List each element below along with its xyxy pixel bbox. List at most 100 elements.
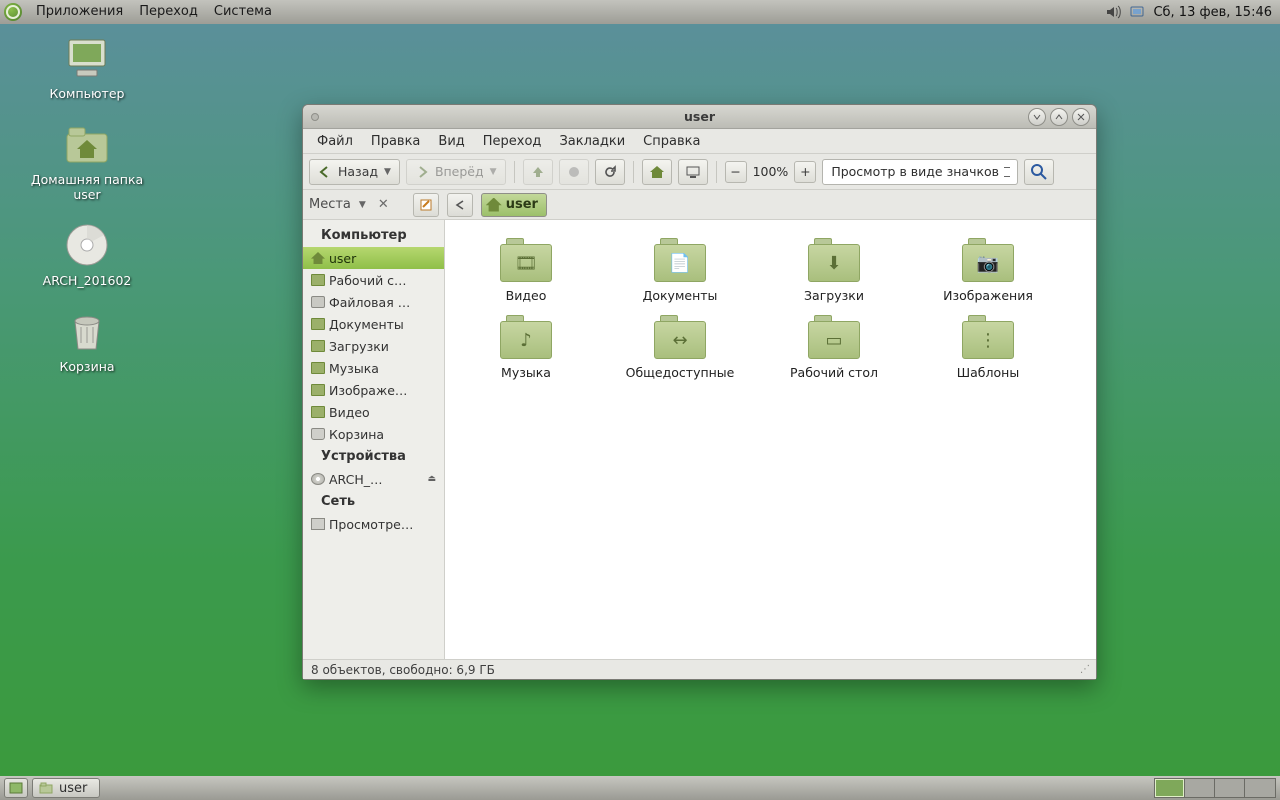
folder-label: Музыка xyxy=(453,365,599,380)
sidebar-section-header: Устройства xyxy=(303,445,444,468)
distro-logo-icon[interactable] xyxy=(4,3,22,21)
folder-icon: 🎞 xyxy=(500,238,552,282)
sidebar-item[interactable]: Просмотре… xyxy=(303,513,444,535)
folder-icon: ♪ xyxy=(500,315,552,359)
sidebar-item[interactable]: Видео xyxy=(303,401,444,423)
desktop-icon-computer[interactable]: Компьютер xyxy=(12,34,162,102)
edit-path-button[interactable] xyxy=(413,193,439,217)
desktop-icon-disc[interactable]: ARCH_201602 xyxy=(12,221,162,289)
menu-places[interactable]: Переход xyxy=(131,0,206,24)
sidebar-item[interactable]: Рабочий с… xyxy=(303,269,444,291)
menu-go[interactable]: Переход xyxy=(475,132,550,151)
computer-button[interactable] xyxy=(678,159,708,185)
places-dropdown-icon[interactable]: ▼ xyxy=(359,200,366,210)
home-icon xyxy=(311,252,325,264)
workspace-2[interactable] xyxy=(1185,779,1215,797)
separator xyxy=(633,161,634,183)
zoom-out-button[interactable]: − xyxy=(725,161,747,183)
sidebar-item-label: Корзина xyxy=(329,427,384,442)
menu-edit[interactable]: Правка xyxy=(363,132,428,151)
sidebar-item[interactable]: Корзина xyxy=(303,423,444,445)
menu-applications[interactable]: Приложения xyxy=(28,0,131,24)
back-button[interactable]: Назад ▼ xyxy=(309,159,400,185)
volume-icon[interactable] xyxy=(1105,4,1121,20)
folder-icon xyxy=(311,274,325,286)
breadcrumb-label: user xyxy=(506,197,538,212)
optical-disc-icon xyxy=(63,221,111,269)
desktop-icon-label: Домашняя папка user xyxy=(12,172,162,203)
sidebar-item[interactable]: Изображе… xyxy=(303,379,444,401)
folder-item[interactable]: ▭Рабочий стол xyxy=(757,309,911,386)
folder-label: Загрузки xyxy=(761,288,907,303)
icon-view[interactable]: 🎞Видео 📄 Документы ⬇ Загрузки 📷 Изображения ♪ Му… xyxy=(445,220,1096,659)
minimize-button[interactable] xyxy=(1028,108,1046,126)
folder-icon: ▭ xyxy=(808,315,860,359)
network-icon[interactable] xyxy=(1129,4,1145,20)
close-button[interactable] xyxy=(1072,108,1090,126)
eject-icon[interactable]: ⏏ xyxy=(427,474,436,484)
folder-item[interactable]: 📄 Документы xyxy=(603,232,757,309)
folder-label: Изображения xyxy=(915,288,1061,303)
path-history-button[interactable] xyxy=(447,193,473,217)
sidebar-item[interactable]: Документы xyxy=(303,313,444,335)
stop-button[interactable] xyxy=(559,159,589,185)
titlebar[interactable]: user xyxy=(303,105,1096,129)
workspace-1[interactable] xyxy=(1155,779,1185,797)
folder-item[interactable]: ♪ Музыка xyxy=(449,309,603,386)
search-button[interactable] xyxy=(1024,159,1054,185)
folder-item[interactable]: ⬇ Загрузки xyxy=(757,232,911,309)
folder-icon xyxy=(311,362,325,374)
toolbar: Назад ▼ Вперёд ▼ − 100% + xyxy=(303,154,1096,190)
sidebar-item[interactable]: ARCH_… ⏏ xyxy=(303,468,444,490)
folder-icon xyxy=(311,340,325,352)
folder-icon: ↔ xyxy=(654,315,706,359)
menu-system[interactable]: Система xyxy=(206,0,280,24)
workspace-4[interactable] xyxy=(1245,779,1275,797)
desktop-icons: Компьютер Домашняя папка user ARCH_20160… xyxy=(12,34,182,392)
places-label[interactable]: Места xyxy=(309,197,351,212)
desktop-icon-home[interactable]: Домашняя папка user xyxy=(12,120,162,203)
up-button[interactable] xyxy=(523,159,553,185)
workspace-3[interactable] xyxy=(1215,779,1245,797)
workspace-switcher[interactable] xyxy=(1154,778,1276,798)
back-button-label: Назад xyxy=(338,164,378,179)
view-mode-select[interactable]: Просмотр в виде значков xyxy=(822,159,1018,185)
forward-button-label: Вперёд xyxy=(435,164,484,179)
folder-item[interactable]: ⋮Шаблоны xyxy=(911,309,1065,386)
desktop-icon-label: Корзина xyxy=(12,359,162,375)
sidebar-item[interactable]: Загрузки xyxy=(303,335,444,357)
folder-item[interactable]: 📷 Изображения xyxy=(911,232,1065,309)
sidebar-item[interactable]: user xyxy=(303,247,444,269)
folder-icon: 📷 xyxy=(962,238,1014,282)
folder-icon: ⬇ xyxy=(808,238,860,282)
folder-item[interactable]: 🎞Видео xyxy=(449,232,603,309)
menu-view[interactable]: Вид xyxy=(430,132,472,151)
home-button[interactable] xyxy=(642,159,672,185)
sidebar-item-label: Просмотре… xyxy=(329,517,413,532)
folder-icon: 📄 xyxy=(654,238,706,282)
folder-item[interactable]: ↔Общедоступные xyxy=(603,309,757,386)
sidebar-item[interactable]: Музыка xyxy=(303,357,444,379)
resize-grip-icon[interactable]: ⋰ xyxy=(1080,664,1088,675)
maximize-button[interactable] xyxy=(1050,108,1068,126)
places-close-icon[interactable]: ✕ xyxy=(378,197,389,212)
menu-help[interactable]: Справка xyxy=(635,132,708,151)
sidebar-item-label: ARCH_… xyxy=(329,472,383,487)
menu-bookmarks[interactable]: Закладки xyxy=(551,132,633,151)
folder-icon: ⋮ xyxy=(962,315,1014,359)
taskbar-item[interactable]: user xyxy=(32,778,100,798)
folder-icon xyxy=(311,318,325,330)
sidebar-item[interactable]: Файловая … xyxy=(303,291,444,313)
desktop-icon-trash[interactable]: Корзина xyxy=(12,307,162,375)
reload-button[interactable] xyxy=(595,159,625,185)
breadcrumb-segment[interactable]: user xyxy=(481,193,547,217)
folder-icon xyxy=(311,406,325,418)
home-icon xyxy=(486,198,502,212)
clock[interactable]: Сб, 13 фев, 15:46 xyxy=(1153,5,1276,20)
show-desktop-button[interactable] xyxy=(4,778,28,798)
folder-label: Документы xyxy=(607,288,753,303)
taskbar-item-label: user xyxy=(59,781,87,796)
zoom-in-button[interactable]: + xyxy=(794,161,816,183)
forward-button[interactable]: Вперёд ▼ xyxy=(406,159,506,185)
menu-file[interactable]: Файл xyxy=(309,132,361,151)
